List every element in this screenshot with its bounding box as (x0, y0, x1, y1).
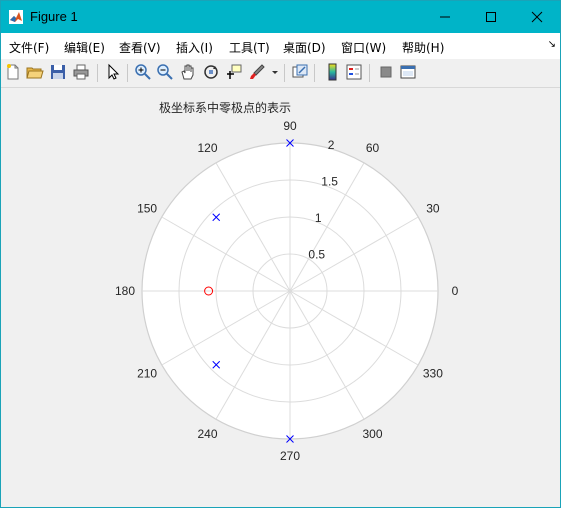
angle-tick-label: 120 (197, 141, 217, 155)
angle-tick-label: 60 (366, 141, 380, 155)
figure-window: Figure 1 文件(F) 编辑(E) 查看(V) 插入(I) 工具(T) 桌… (0, 0, 561, 508)
angle-tick-label: 150 (137, 202, 157, 216)
angle-tick-label: 240 (197, 427, 217, 441)
angle-tick-label: 210 (137, 367, 157, 381)
brush-icon[interactable] (248, 63, 266, 81)
angle-tick-label: 270 (280, 449, 300, 463)
plot-canvas[interactable]: 0 30 60 90 120 150 180 210 240 270 300 330 0.5 1 1.5 2 极… (1, 88, 560, 506)
menu-tools[interactable]: 工具(T) (229, 39, 270, 56)
close-button[interactable] (514, 1, 560, 33)
angle-tick-label: 30 (426, 202, 440, 216)
rotate-3d-icon[interactable] (202, 63, 220, 81)
maximize-icon (486, 12, 496, 22)
close-icon (531, 11, 543, 23)
radial-tick-label: 0.5 (308, 248, 325, 262)
zoom-out-icon[interactable] (156, 63, 174, 81)
menu-overflow-icon[interactable]: ↘ (548, 39, 556, 50)
menu-view[interactable]: 查看(V) (119, 39, 161, 56)
minimize-button[interactable] (422, 1, 468, 33)
radial-tick-label: 1.5 (321, 175, 338, 189)
toolbar-separator (127, 64, 128, 82)
edit-plot-arrow-icon[interactable] (104, 63, 122, 81)
polar-axes: 0 30 60 90 120 150 180 210 240 270 300 330 0.5 1 1.5 2 极… (115, 100, 459, 463)
pan-hand-icon[interactable] (179, 63, 197, 81)
menu-edit[interactable]: 编辑(E) (64, 39, 105, 56)
toolbar-separator (284, 64, 285, 82)
menu-insert[interactable]: 插入(I) (176, 39, 213, 56)
radial-tick-label: 2 (328, 138, 335, 152)
figure-toolbar (1, 59, 560, 88)
hide-plot-tools-icon[interactable] (377, 63, 395, 81)
toolbar-separator (314, 64, 315, 82)
window-title: Figure 1 (30, 9, 78, 24)
toolbar-separator (97, 64, 98, 82)
angle-tick-label: 330 (423, 367, 443, 381)
angle-tick-label: 0 (452, 284, 459, 298)
chart-title: 极坐标系中零极点的表示 (159, 100, 291, 115)
toolbar-separator (369, 64, 370, 82)
print-icon[interactable] (72, 63, 90, 81)
legend-icon[interactable] (345, 63, 363, 81)
radial-tick-label: 1 (315, 211, 322, 225)
maximize-button[interactable] (468, 1, 514, 33)
colorbar-icon[interactable] (323, 63, 341, 81)
open-file-icon[interactable] (26, 63, 44, 81)
menu-desktop[interactable]: 桌面(D) (283, 39, 326, 56)
brush-dropdown-icon[interactable] (271, 63, 279, 81)
menu-file[interactable]: 文件(F) (9, 39, 49, 56)
show-plot-tools-icon[interactable] (399, 63, 417, 81)
save-icon[interactable] (49, 63, 67, 81)
zoom-in-icon[interactable] (134, 63, 152, 81)
menu-window[interactable]: 窗口(W) (341, 39, 386, 56)
minimize-icon (440, 16, 450, 18)
title-bar[interactable]: Figure 1 (1, 1, 560, 33)
angle-tick-label: 300 (362, 427, 382, 441)
menu-help[interactable]: 帮助(H) (402, 39, 444, 56)
new-figure-icon[interactable] (4, 63, 22, 81)
angle-tick-label: 180 (115, 284, 135, 298)
menu-bar: 文件(F) 编辑(E) 查看(V) 插入(I) 工具(T) 桌面(D) 窗口(W… (1, 33, 560, 59)
data-cursor-icon[interactable] (225, 63, 243, 81)
matlab-logo-icon (9, 10, 23, 24)
link-plot-icon[interactable] (291, 63, 309, 81)
angle-tick-label: 90 (283, 119, 297, 133)
